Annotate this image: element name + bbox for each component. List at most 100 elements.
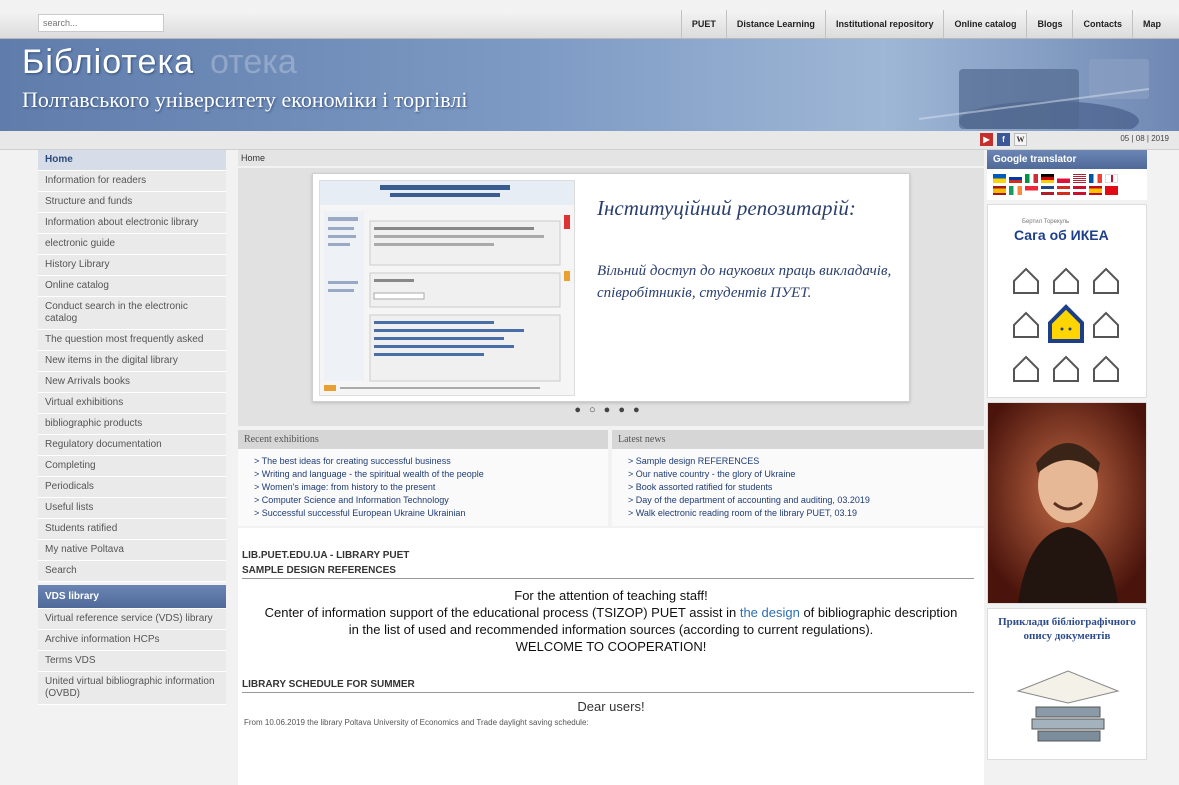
- news-link-2[interactable]: > Our native country - the glory of Ukra…: [612, 467, 984, 480]
- carousel-dot-4[interactable]: ●: [618, 404, 633, 416]
- main-content: LIB.PUET.EDU.UA - LIBRARY PUET SAMPLE DE…: [238, 528, 984, 785]
- latest-news-box: Latest news > Sample design REFERENCES >…: [612, 430, 984, 526]
- sidebar-item-online-catalog[interactable]: Online catalog: [38, 276, 226, 297]
- flag-france-icon[interactable]: [1089, 174, 1102, 183]
- flag-italy-icon[interactable]: [1025, 174, 1038, 183]
- left-sidebar: Home Information for readers Structure a…: [38, 150, 226, 705]
- shevchenko-portrait[interactable]: [987, 402, 1147, 604]
- latest-news-heading: Latest news: [612, 430, 984, 449]
- sidebar-item-terms-vds[interactable]: Terms VDS: [38, 651, 226, 672]
- language-flags: [987, 169, 1147, 200]
- sidebar-item-search[interactable]: Search: [38, 561, 226, 582]
- slide-heading: Інституційний репозитарій:: [597, 196, 856, 220]
- flag-austria-icon[interactable]: [1057, 186, 1070, 195]
- news-link-4[interactable]: > Day of the department of accounting an…: [612, 493, 984, 506]
- sidebar-item-new-arrivals[interactable]: New Arrivals books: [38, 372, 226, 393]
- banner-subtitle: Полтавського університету економіки і то…: [22, 87, 468, 112]
- flag-russia-icon[interactable]: [1009, 174, 1022, 183]
- site-banner: отека Бібліотека Полтавського університе…: [0, 39, 1179, 131]
- banner-title[interactable]: Бібліотека: [22, 43, 194, 82]
- repository-screenshot: [319, 180, 575, 396]
- nav-online-catalog[interactable]: Online catalog: [943, 10, 1026, 38]
- nav-institutional-repository[interactable]: Institutional repository: [824, 10, 944, 38]
- news-link-1[interactable]: > Sample design REFERENCES: [612, 454, 984, 467]
- top-bar: PUET Distance Learning Institutional rep…: [0, 10, 1179, 39]
- sidebar-item-bibliographic-products[interactable]: bibliographic products: [38, 414, 226, 435]
- sidebar-item-faq[interactable]: The question most frequently asked: [38, 330, 226, 351]
- carousel-dot-3[interactable]: ●: [604, 404, 619, 416]
- sidebar-item-history-library[interactable]: History Library: [38, 255, 226, 276]
- bibliographic-examples-banner[interactable]: Приклади бібліографічного опису документ…: [987, 608, 1147, 760]
- flag-catalonia-icon[interactable]: [1089, 186, 1102, 195]
- sidebar-item-structure-and-funds[interactable]: Structure and funds: [38, 192, 226, 213]
- flag-england-icon[interactable]: [1105, 174, 1118, 183]
- attention-text-a: Center of information support of the edu…: [264, 605, 737, 620]
- sidebar-item-information-for-readers[interactable]: Information for readers: [38, 171, 226, 192]
- sidebar-item-catalog-search[interactable]: Conduct search in the electronic catalog: [38, 297, 226, 330]
- ikea-title: Сага об ИКЕА: [1014, 227, 1109, 243]
- sidebar-item-completing[interactable]: Completing: [38, 456, 226, 477]
- nav-puet[interactable]: PUET: [680, 10, 726, 38]
- nav-contacts[interactable]: Contacts: [1072, 10, 1132, 38]
- attention-notice: For the attention of teaching staff! Cen…: [238, 587, 984, 655]
- exhibition-link-2[interactable]: > Writing and language - the spiritual w…: [238, 467, 608, 480]
- youtube-icon[interactable]: ▶: [980, 133, 993, 146]
- exhibition-link-1[interactable]: > The best ideas for creating successful…: [238, 454, 608, 467]
- news-link-5[interactable]: > Walk electronic reading room of the li…: [612, 506, 984, 519]
- design-link[interactable]: the design: [740, 605, 800, 620]
- site-heading: LIB.PUET.EDU.UA - LIBRARY PUET: [242, 550, 410, 561]
- nav-distance-learning[interactable]: Distance Learning: [725, 10, 825, 38]
- news-link-3[interactable]: > Book assorted ratified for students: [612, 480, 984, 493]
- flag-latvia-icon[interactable]: [1073, 186, 1086, 195]
- exhibition-link-3[interactable]: > Women's image: from history to the pre…: [238, 480, 608, 493]
- search-input[interactable]: [38, 14, 164, 32]
- section-heading-sample-design: SAMPLE DESIGN REFERENCES: [242, 565, 396, 576]
- divider: [242, 692, 974, 693]
- dear-users-text: Dear users!: [577, 699, 645, 714]
- exhibition-link-4[interactable]: > Computer Science and Information Techn…: [238, 493, 608, 506]
- sidebar-item-new-digital-items[interactable]: New items in the digital library: [38, 351, 226, 372]
- nav-map[interactable]: Map: [1132, 10, 1171, 38]
- sidebar-item-electronic-guide[interactable]: electronic guide: [38, 234, 226, 255]
- nav-blogs[interactable]: Blogs: [1026, 10, 1072, 38]
- carousel: Інституційний репозитарій: Вільний досту…: [238, 168, 984, 426]
- flag-ukraine-icon[interactable]: [993, 174, 1006, 183]
- breadcrumb[interactable]: Home: [238, 150, 984, 166]
- sidebar-item-home[interactable]: Home: [38, 150, 226, 171]
- sidebar-item-electronic-library-info[interactable]: Information about electronic library: [38, 213, 226, 234]
- flag-usa-icon[interactable]: [1073, 174, 1086, 183]
- sidebar-item-regulatory-documentation[interactable]: Regulatory documentation: [38, 435, 226, 456]
- right-sidebar: Google translator Бертил Торекуль Сага о…: [987, 150, 1147, 760]
- flag-turkey-icon[interactable]: [1105, 186, 1118, 195]
- flag-monaco-icon[interactable]: [1025, 186, 1038, 195]
- sidebar-item-virtual-reference[interactable]: Virtual reference service (VDS) library: [38, 609, 226, 630]
- flag-germany-icon[interactable]: [1041, 174, 1054, 183]
- exhibition-link-5[interactable]: > Successful successful European Ukraine…: [238, 506, 608, 519]
- sidebar-item-archive-hcps[interactable]: Archive information HCPs: [38, 630, 226, 651]
- sidebar-item-ovbd[interactable]: United virtual bibliographic information…: [38, 672, 226, 705]
- wikipedia-icon[interactable]: W: [1014, 133, 1027, 146]
- flag-poland-icon[interactable]: [1057, 174, 1070, 183]
- carousel-dots[interactable]: ●○●●●: [238, 404, 984, 416]
- carousel-dot-1[interactable]: ●: [574, 404, 589, 416]
- current-date: 05 | 08 | 2019: [1120, 134, 1169, 143]
- carousel-slide[interactable]: Інституційний репозитарій: Вільний досту…: [312, 173, 910, 402]
- flag-netherlands-icon[interactable]: [1041, 186, 1054, 195]
- flag-ireland-icon[interactable]: [1009, 186, 1022, 195]
- facebook-icon[interactable]: f: [997, 133, 1010, 146]
- carousel-dot-5[interactable]: ●: [633, 404, 648, 416]
- sidebar-item-students-ratified[interactable]: Students ratified: [38, 519, 226, 540]
- attention-body: Center of information support of the edu…: [258, 604, 964, 638]
- sidebar-item-my-native-poltava[interactable]: My native Poltava: [38, 540, 226, 561]
- sidebar-item-virtual-exhibitions[interactable]: Virtual exhibitions: [38, 393, 226, 414]
- sidebar-item-useful-lists[interactable]: Useful lists: [38, 498, 226, 519]
- carousel-dot-2[interactable]: ○: [589, 404, 604, 416]
- ikea-author: Бертил Торекуль: [1022, 219, 1070, 225]
- sidebar-item-periodicals[interactable]: Periodicals: [38, 477, 226, 498]
- slide-text: Вільний доступ до наукових праць виклада…: [597, 263, 892, 301]
- divider: [242, 578, 974, 579]
- flag-spain-icon[interactable]: [993, 186, 1006, 195]
- ikea-book-banner[interactable]: Бертил Торекуль Сага об ИКЕА: [987, 204, 1147, 398]
- bibliographic-examples-title: Приклади бібліографічного опису документ…: [998, 616, 1136, 642]
- houses-illustration: [1013, 267, 1119, 382]
